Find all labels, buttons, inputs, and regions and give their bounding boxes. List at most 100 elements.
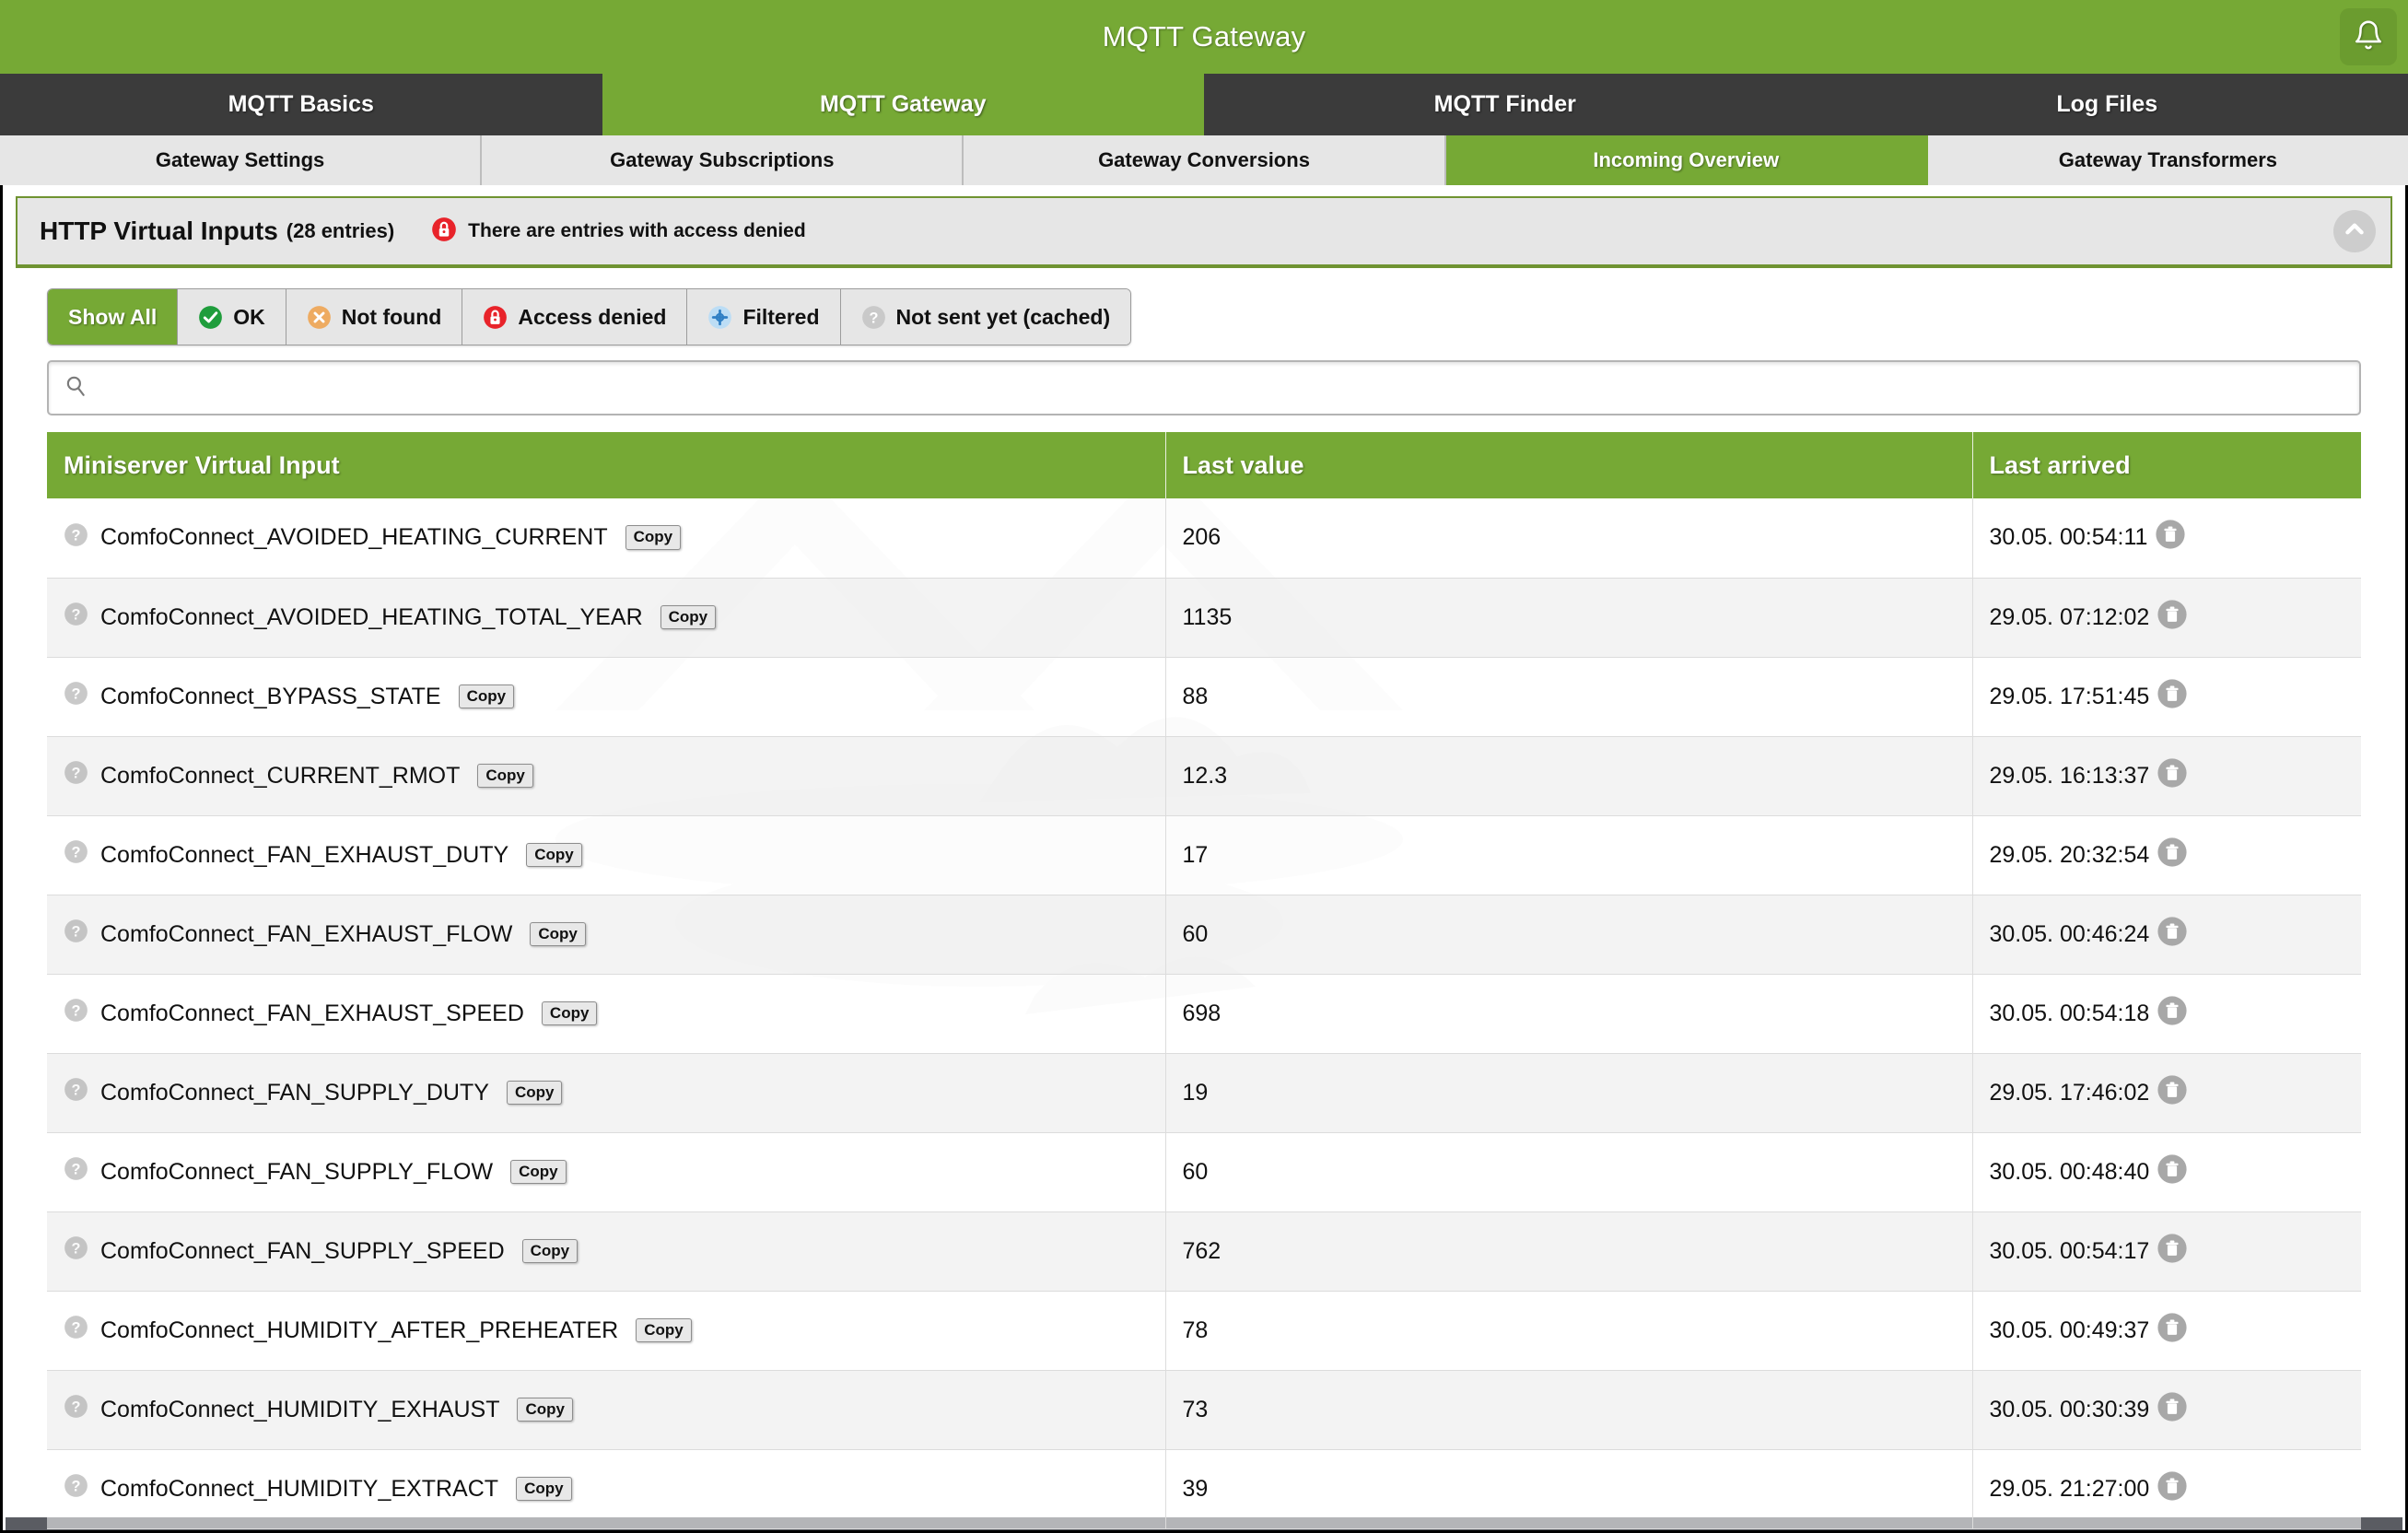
svg-text:?: ? — [72, 924, 81, 941]
trash-icon[interactable] — [2155, 519, 2186, 556]
panel-header: HTTP Virtual Inputs (28 entries) There a… — [16, 196, 2392, 268]
filter-show-all[interactable]: Show All — [48, 289, 179, 345]
table-row[interactable]: ? ComfoConnect_HUMIDITY_AFTER_PREHEATER Co… — [47, 1291, 2361, 1371]
table-row[interactable]: ? ComfoConnect_HUMIDITY_EXHAUST Copy 73 30.0… — [47, 1370, 2361, 1450]
tab-log-files[interactable]: Log Files — [1806, 74, 2408, 135]
app-window: MQTT Gateway MQTT Basics MQTT Gateway MQ… — [0, 0, 2408, 1533]
virtual-inputs-table-wrap: Miniserver Virtual Input Last value Last… — [47, 432, 2361, 1529]
column-header-name[interactable]: Miniserver Virtual Input — [47, 432, 1166, 498]
filter-label: Filtered — [742, 304, 820, 329]
trash-icon[interactable] — [2157, 837, 2188, 874]
subtab-label: Gateway Settings — [155, 148, 325, 171]
trash-icon[interactable] — [2157, 757, 2188, 795]
table-row[interactable]: ? ComfoConnect_FAN_SUPPLY_SPEED Copy 762 30.… — [47, 1211, 2361, 1292]
table-row[interactable]: ? ComfoConnect_FAN_SUPPLY_FLOW Copy 60 30.05… — [47, 1132, 2361, 1212]
svg-text:?: ? — [869, 310, 878, 326]
subtab-label: Gateway Transformers — [2058, 148, 2278, 171]
lock-icon — [431, 216, 457, 247]
trash-icon[interactable] — [2157, 1391, 2188, 1429]
table-row[interactable]: ? ComfoConnect_CURRENT_RMOT Copy 12.3 29.05.… — [47, 736, 2361, 816]
copy-button[interactable]: Copy — [660, 604, 717, 630]
question-circle-icon: ? — [64, 1077, 88, 1108]
search-input[interactable] — [97, 362, 2359, 414]
table-row[interactable]: ? ComfoConnect_FAN_EXHAUST_SPEED Copy 698 30… — [47, 974, 2361, 1054]
tab-mqtt-finder[interactable]: MQTT Finder — [1204, 74, 1806, 135]
subtab-gateway-settings[interactable]: Gateway Settings — [0, 135, 483, 185]
cell-last-arrived: 30.05. 00:30:39 — [1972, 1370, 2361, 1450]
cell-virtual-input: ? ComfoConnect_HUMIDITY_EXHAUST Copy — [47, 1370, 1166, 1450]
last-arrived-text: 30.05. 00:48:40 — [1989, 1158, 2150, 1185]
trash-icon[interactable] — [2157, 995, 2188, 1033]
table-row[interactable]: ? ComfoConnect_FAN_EXHAUST_FLOW Copy 60 30.0… — [47, 895, 2361, 975]
filter-label: Not found — [341, 304, 442, 329]
copy-button[interactable]: Copy — [625, 525, 682, 551]
filter-not-found[interactable]: Not found — [286, 289, 463, 345]
trash-icon[interactable] — [2157, 1153, 2188, 1191]
copy-button[interactable]: Copy — [506, 1080, 563, 1106]
cell-last-value: 88 — [1165, 657, 1973, 737]
copy-button[interactable]: Copy — [510, 1159, 567, 1185]
copy-button[interactable]: Copy — [477, 763, 533, 789]
copy-button[interactable]: Copy — [541, 1001, 598, 1026]
copy-button[interactable]: Copy — [521, 1238, 579, 1264]
tab-mqtt-gateway[interactable]: MQTT Gateway — [602, 74, 1204, 135]
filter-access-denied[interactable]: Access denied — [462, 289, 688, 345]
question-circle-icon: ? — [64, 919, 88, 950]
copy-button[interactable]: Copy — [636, 1317, 692, 1343]
column-header-value[interactable]: Last value — [1165, 432, 1973, 498]
virtual-input-name: ComfoConnect_FAN_SUPPLY_DUTY — [100, 1079, 489, 1106]
trash-icon[interactable] — [2157, 916, 2188, 954]
trash-icon[interactable] — [2157, 1074, 2188, 1112]
trash-icon[interactable] — [2157, 678, 2188, 716]
table-row[interactable]: ? ComfoConnect_AVOIDED_HEATING_TOTAL_YEAR… — [47, 578, 2361, 658]
copy-button[interactable]: Copy — [458, 684, 515, 709]
copy-button[interactable]: Copy — [526, 842, 582, 868]
search-box[interactable] — [47, 360, 2361, 415]
cell-last-arrived: 30.05. 00:46:24 — [1972, 895, 2361, 975]
trash-icon[interactable] — [2157, 1312, 2188, 1350]
tab-mqtt-basics[interactable]: MQTT Basics — [0, 74, 602, 135]
trash-icon[interactable] — [2157, 599, 2188, 637]
cell-virtual-input: ? ComfoConnect_FAN_SUPPLY_DUTY Copy — [47, 1053, 1166, 1133]
svg-text:?: ? — [72, 607, 81, 624]
last-arrived-text: 29.05. 17:46:02 — [1989, 1079, 2150, 1106]
trash-icon[interactable] — [2157, 1470, 2188, 1508]
trash-icon[interactable] — [2157, 1233, 2188, 1270]
search-icon — [64, 374, 88, 403]
cell-last-arrived: 30.05. 00:54:11 — [1972, 498, 2361, 579]
cell-last-arrived: 29.05. 17:51:45 — [1972, 657, 2361, 737]
column-header-arrived[interactable]: Last arrived — [1972, 432, 2361, 498]
subtab-gateway-conversions[interactable]: Gateway Conversions — [964, 135, 1446, 185]
copy-button[interactable]: Copy — [530, 921, 586, 947]
cell-last-value: 762 — [1165, 1211, 1973, 1292]
filter-filtered[interactable]: Filtered — [687, 289, 841, 345]
table-row[interactable]: ? ComfoConnect_AVOIDED_HEATING_CURRENT Cop… — [47, 498, 2361, 579]
virtual-input-name: ComfoConnect_AVOIDED_HEATING_TOTAL_YEAR — [100, 603, 643, 630]
table-row[interactable]: ? ComfoConnect_FAN_SUPPLY_DUTY Copy 19 29.05… — [47, 1053, 2361, 1133]
subtab-incoming-overview[interactable]: Incoming Overview — [1445, 135, 1928, 185]
copy-button[interactable]: Copy — [516, 1476, 572, 1502]
filter-not-sent-yet[interactable]: ? Not sent yet (cached) — [840, 289, 1131, 345]
question-circle-icon: ? — [64, 1235, 88, 1267]
table-row[interactable]: ? ComfoConnect_BYPASS_STATE Copy 88 29.05. 1… — [47, 657, 2361, 737]
table-row[interactable]: ? ComfoConnect_FAN_EXHAUST_DUTY Copy 17 29.0… — [47, 815, 2361, 895]
cell-last-value: 39 — [1165, 1449, 1973, 1529]
cell-last-value: 78 — [1165, 1291, 1973, 1371]
search-row — [47, 360, 2361, 415]
question-circle-icon: ? — [64, 1473, 88, 1504]
question-circle-icon: ? — [64, 998, 88, 1029]
copy-button[interactable]: Copy — [517, 1397, 573, 1422]
collapse-panel-button[interactable] — [2333, 210, 2376, 252]
table-row[interactable]: ? ComfoConnect_HUMIDITY_EXTRACT Copy 39 29.0… — [47, 1449, 2361, 1529]
cell-last-value: 698 — [1165, 974, 1973, 1054]
svg-text:?: ? — [72, 766, 81, 782]
question-circle-icon: ? — [64, 1394, 88, 1425]
question-circle-icon: ? — [64, 522, 88, 554]
virtual-input-name: ComfoConnect_FAN_EXHAUST_DUTY — [100, 841, 509, 868]
virtual-input-name: ComfoConnect_FAN_EXHAUST_SPEED — [100, 1000, 524, 1026]
subtab-gateway-transformers[interactable]: Gateway Transformers — [1928, 135, 2408, 185]
sub-tab-bar: Gateway Settings Gateway Subscriptions G… — [0, 135, 2408, 185]
filter-ok[interactable]: OK — [178, 289, 286, 345]
subtab-gateway-subscriptions[interactable]: Gateway Subscriptions — [482, 135, 964, 185]
notifications-button[interactable] — [2340, 8, 2397, 65]
